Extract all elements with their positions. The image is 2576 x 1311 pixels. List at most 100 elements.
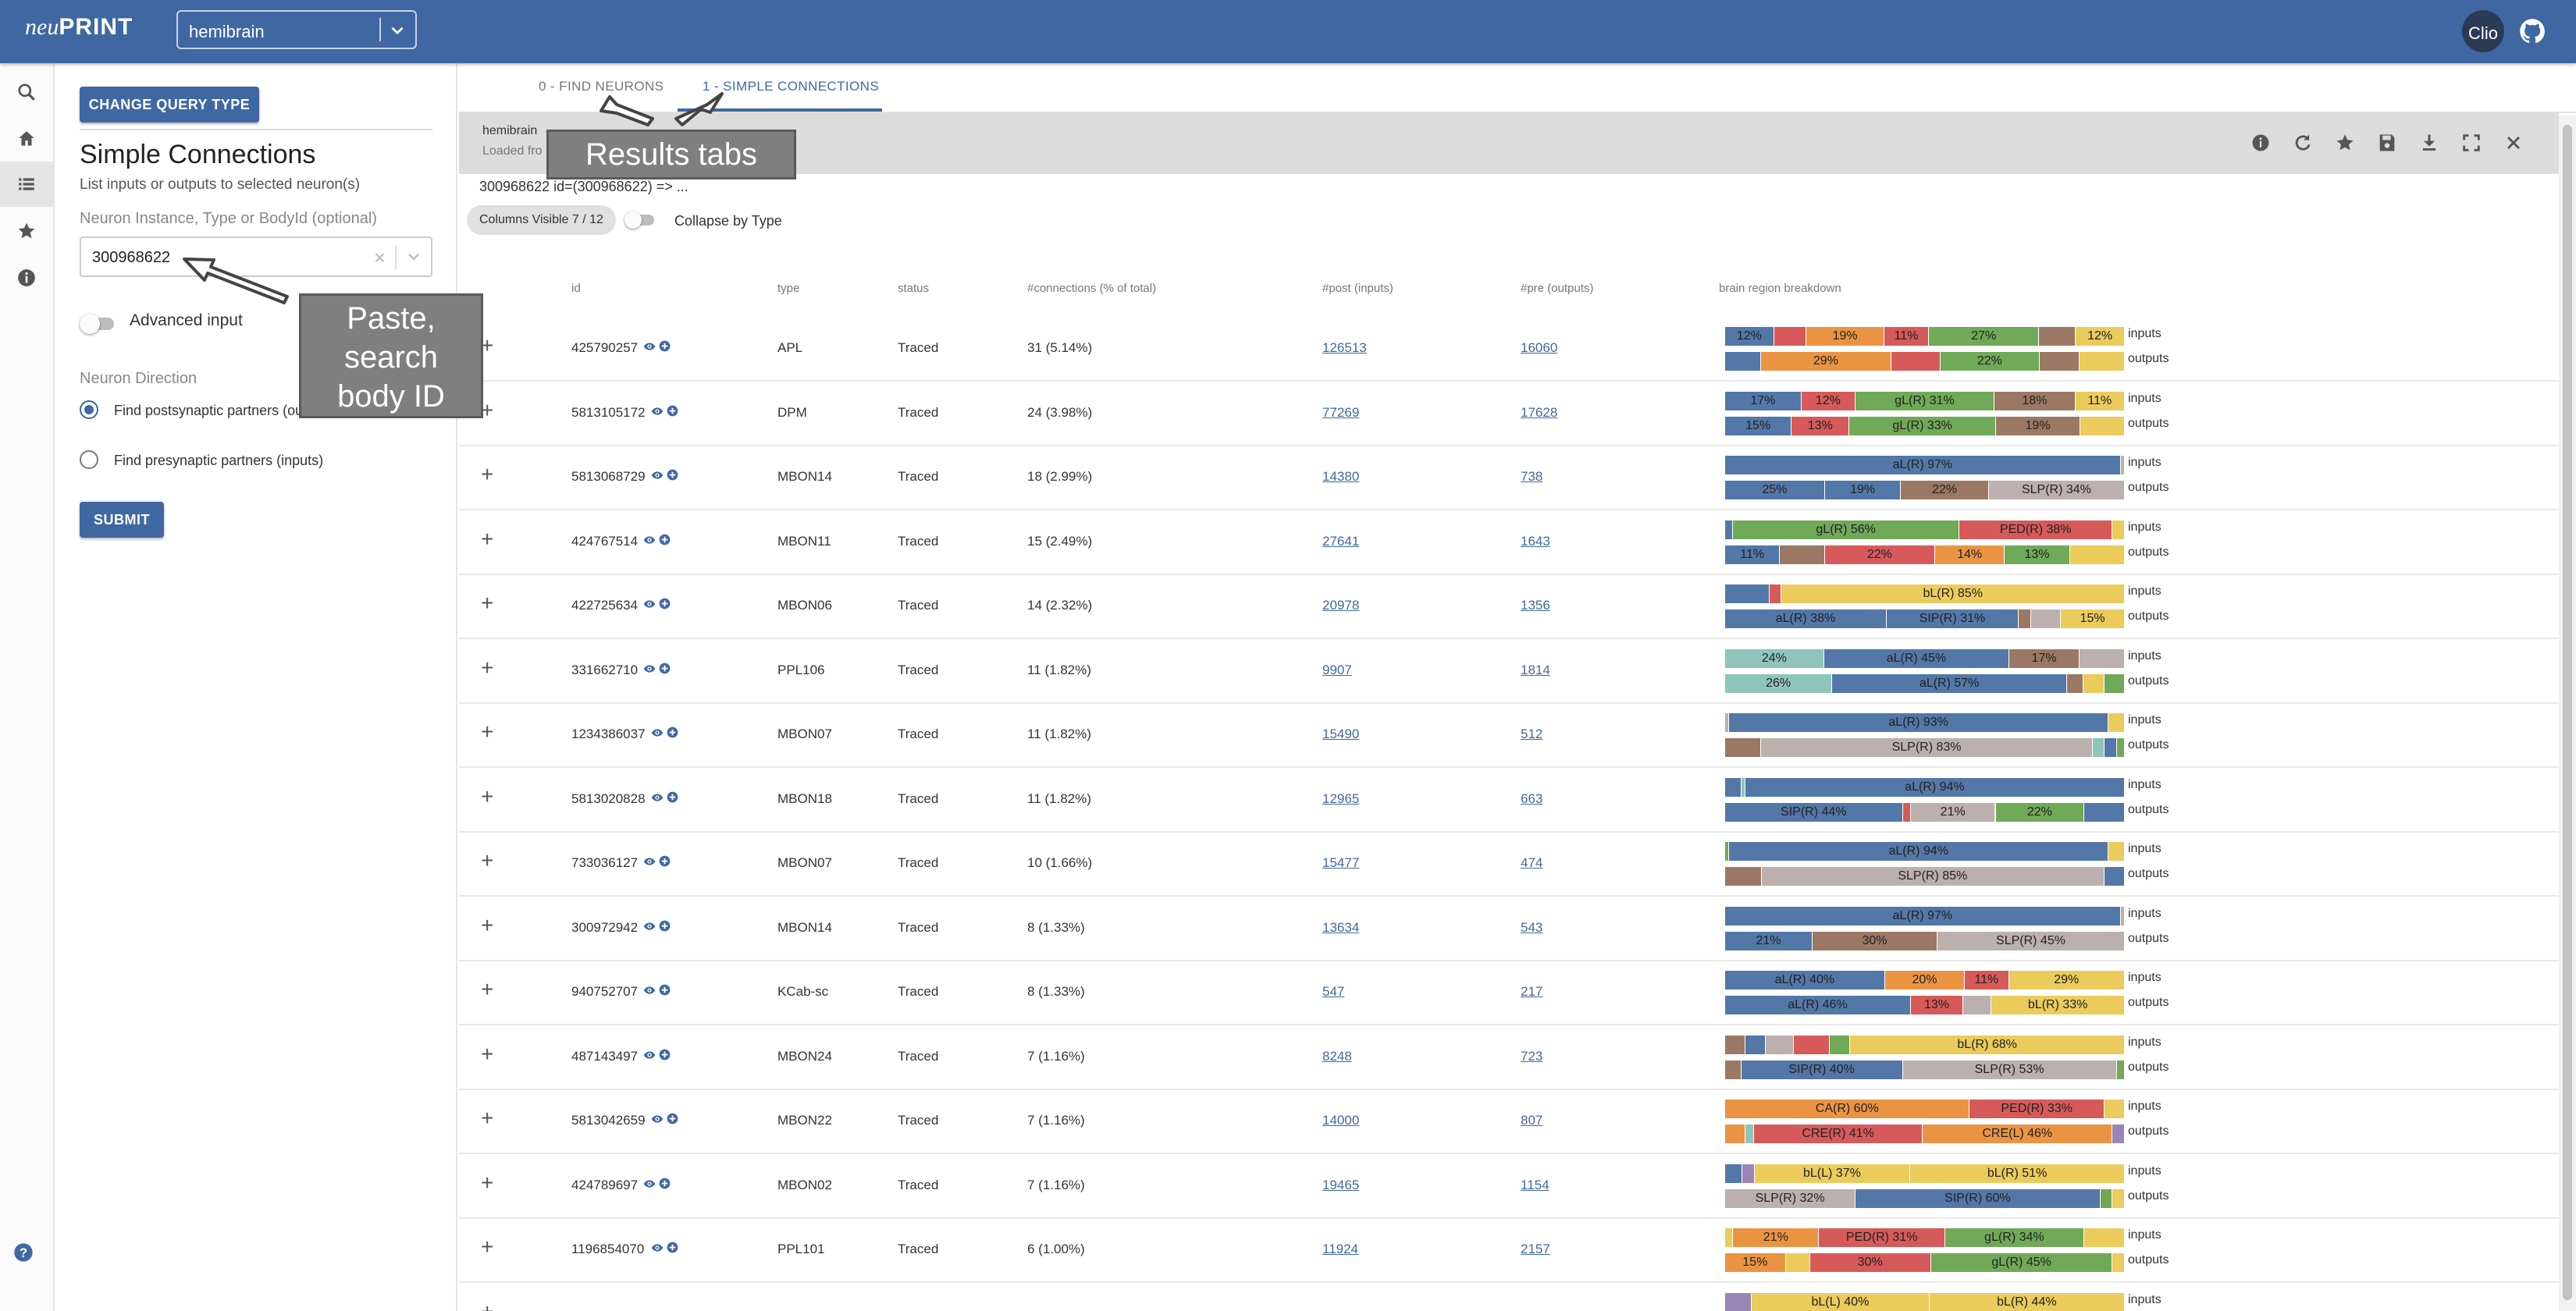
cell-pre-link[interactable]: 663 <box>1521 791 1542 807</box>
cell-post-link[interactable]: 11924 <box>1322 1242 1358 1257</box>
bar-segment[interactable] <box>2120 456 2124 474</box>
bar-segment[interactable] <box>1793 1035 1830 1054</box>
cell-pre-link[interactable]: 512 <box>1521 727 1542 742</box>
add-circle-icon[interactable] <box>659 920 671 932</box>
bar-segment[interactable] <box>1725 352 1761 371</box>
bar-segment[interactable]: aL(R) 94% <box>1729 842 2108 861</box>
bar-segment[interactable]: 24% <box>1725 648 1823 668</box>
bar-segment[interactable]: 19% <box>1806 327 1884 346</box>
bar-segment[interactable] <box>2069 545 2124 564</box>
col-header-post[interactable]: #post (inputs) <box>1322 282 1393 295</box>
advanced-input-toggle[interactable] <box>80 314 114 334</box>
bar-segment[interactable] <box>1725 1164 1742 1183</box>
bar-segment[interactable] <box>2104 673 2124 693</box>
cell-pre-link[interactable]: 16060 <box>1521 340 1557 356</box>
col-header-connections[interactable]: #connections (% of total) <box>1027 282 1156 295</box>
bar-segment[interactable] <box>2083 1228 2124 1247</box>
cell-post-link[interactable]: 19465 <box>1322 1178 1359 1193</box>
nav-results[interactable] <box>0 162 53 207</box>
bar-segment[interactable] <box>2112 520 2124 539</box>
bar-segment[interactable] <box>2105 867 2124 886</box>
bar-segment[interactable]: gL(R) 33% <box>1849 416 1995 435</box>
bar-segment[interactable] <box>1963 996 1991 1014</box>
nav-favorites[interactable] <box>0 208 53 254</box>
expand-row-button[interactable]: + <box>481 784 493 809</box>
info-icon[interactable] <box>2250 132 2272 154</box>
add-circle-icon[interactable] <box>659 340 671 352</box>
bar-segment[interactable]: 20% <box>1884 971 1965 989</box>
bar-segment[interactable]: aL(R) 45% <box>1823 648 2009 668</box>
avatar[interactable]: Clio <box>2462 10 2504 52</box>
eye-icon[interactable] <box>643 984 656 997</box>
eye-icon[interactable] <box>651 405 664 417</box>
cell-pre-link[interactable]: 1356 <box>1521 598 1550 613</box>
add-circle-icon[interactable] <box>667 1113 678 1124</box>
bar-segment[interactable]: aL(R) 94% <box>1745 777 2124 797</box>
bar-segment[interactable]: 17% <box>2009 648 2079 668</box>
bar-segment[interactable]: aL(R) 97% <box>1725 456 2120 474</box>
col-header-pre[interactable]: #pre (outputs) <box>1521 282 1593 295</box>
bar-segment[interactable]: 25% <box>1725 481 1824 499</box>
github-icon[interactable] <box>2518 17 2546 45</box>
bar-segment[interactable] <box>1741 777 1745 797</box>
bar-segment[interactable]: 11% <box>1725 545 1780 564</box>
eye-icon[interactable] <box>651 469 664 481</box>
bar-segment[interactable] <box>1769 584 1781 603</box>
bar-segment[interactable] <box>1725 777 1741 797</box>
bar-segment[interactable]: 22% <box>1901 481 1988 499</box>
bar-segment[interactable]: PED(R) 33% <box>1969 1100 2104 1118</box>
bar-segment[interactable] <box>1725 1124 1745 1143</box>
refresh-icon[interactable] <box>2292 132 2314 154</box>
bar-segment[interactable]: aL(R) 57% <box>1832 673 2067 693</box>
bar-segment[interactable]: SLP(R) 85% <box>1761 867 2105 886</box>
bar-segment[interactable]: SLP(R) 32% <box>1725 1188 1856 1208</box>
add-circle-icon[interactable] <box>667 469 678 481</box>
bar-segment[interactable]: 13% <box>2005 545 2069 564</box>
tab-find-neurons[interactable]: 0 - FIND NEURONS <box>539 79 664 94</box>
bar-segment[interactable]: gL(R) 56% <box>1733 520 1959 539</box>
expand-row-button[interactable]: + <box>481 1299 493 1311</box>
bar-segment[interactable] <box>1725 1292 1752 1311</box>
eye-icon[interactable] <box>651 1242 664 1254</box>
bar-segment[interactable]: PED(R) 38% <box>1959 520 2112 539</box>
eye-icon[interactable] <box>651 791 664 804</box>
add-circle-icon[interactable] <box>667 405 678 417</box>
bar-segment[interactable]: 21% <box>1725 931 1812 950</box>
bar-segment[interactable] <box>2093 738 2105 757</box>
bar-segment[interactable]: 30% <box>1813 931 1937 950</box>
radio-presynaptic[interactable] <box>80 450 98 469</box>
eye-icon[interactable] <box>643 534 656 546</box>
cell-post-link[interactable]: 15477 <box>1322 855 1359 871</box>
eye-icon[interactable] <box>643 1049 656 1061</box>
cell-pre-link[interactable]: 2157 <box>1521 1242 1550 1257</box>
expand-row-button[interactable]: + <box>481 1106 493 1131</box>
bar-segment[interactable] <box>2080 352 2124 371</box>
expand-row-button[interactable]: + <box>481 719 493 744</box>
bar-segment[interactable] <box>2112 1253 2124 1272</box>
bar-segment[interactable]: 29% <box>1761 352 1891 371</box>
bar-segment[interactable]: 21% <box>1733 1228 1819 1247</box>
bar-segment[interactable]: 18% <box>1994 391 2075 410</box>
eye-icon[interactable] <box>643 855 656 868</box>
add-circle-icon[interactable] <box>659 1178 671 1189</box>
bar-segment[interactable] <box>2079 648 2124 668</box>
bar-segment[interactable] <box>2067 673 2083 693</box>
cell-post-link[interactable]: 13634 <box>1322 920 1359 936</box>
neuron-search-input[interactable]: 300968622 × <box>80 236 432 277</box>
bar-segment[interactable] <box>2116 1060 2124 1079</box>
col-header-type[interactable]: type <box>777 282 799 295</box>
expand-row-button[interactable]: + <box>481 977 493 1002</box>
bar-segment[interactable] <box>2108 842 2124 861</box>
columns-visible-chip[interactable]: Columns Visible 7 / 12 <box>467 205 616 235</box>
bar-segment[interactable] <box>2039 327 2076 346</box>
bar-segment[interactable]: SLP(R) 45% <box>1937 931 2124 950</box>
cell-post-link[interactable]: 20978 <box>1322 598 1359 613</box>
tab-simple-connections[interactable]: 1 - SIMPLE CONNECTIONS <box>703 79 879 94</box>
bar-segment[interactable] <box>2108 713 2124 732</box>
bar-segment[interactable] <box>1830 1035 1850 1054</box>
expand-row-button[interactable]: + <box>481 1235 493 1259</box>
help-icon[interactable]: ? <box>12 1242 34 1263</box>
bar-segment[interactable]: 26% <box>1725 673 1832 693</box>
bar-segment[interactable]: bL(R) 85% <box>1781 584 2124 603</box>
bar-segment[interactable]: 11% <box>1965 971 2008 989</box>
